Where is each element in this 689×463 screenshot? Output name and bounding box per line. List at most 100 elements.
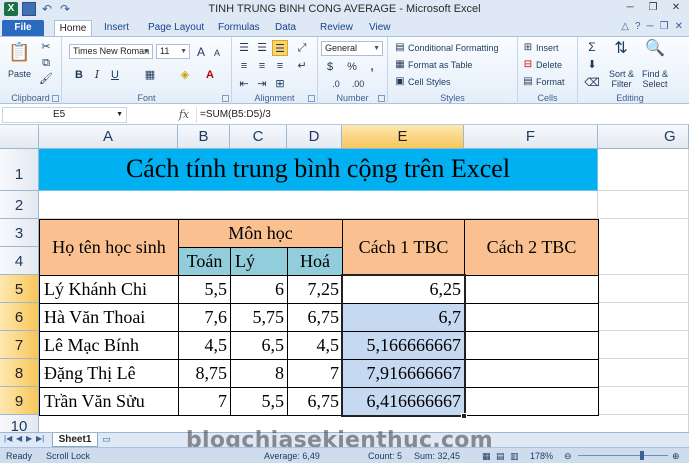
page-layout-view-icon[interactable]: ▤ <box>496 451 505 462</box>
tab-insert[interactable]: Insert <box>104 20 129 36</box>
row-header-6[interactable]: 6 <box>0 303 39 331</box>
align-left-icon[interactable]: ≡ <box>236 58 252 74</box>
restore-icon[interactable]: ❐ <box>642 1 664 16</box>
cell-f8[interactable] <box>464 359 599 388</box>
column-header-c[interactable]: C <box>230 125 287 149</box>
last-sheet-icon[interactable]: ▶| <box>36 434 44 443</box>
cell-c9[interactable]: 5,5 <box>230 387 288 416</box>
tab-view[interactable]: View <box>369 20 391 36</box>
cell-a9[interactable]: Trần Văn Sửu <box>39 387 179 416</box>
sort-filter-button[interactable]: Sort & Filter <box>609 69 634 89</box>
tab-file[interactable]: File <box>2 20 44 36</box>
normal-view-icon[interactable]: ▦ <box>482 451 491 462</box>
percent-icon[interactable]: % <box>344 59 360 75</box>
decrease-indent-icon[interactable]: ⇤ <box>236 76 252 92</box>
header-subjects-cell[interactable]: Môn học <box>178 219 343 248</box>
prev-sheet-icon[interactable]: ◀ <box>16 434 22 443</box>
fill-color-icon[interactable]: ◈ <box>177 67 193 83</box>
first-sheet-icon[interactable]: |◀ <box>4 434 12 443</box>
cell-g3[interactable] <box>598 219 689 275</box>
align-middle-icon[interactable]: ☰ <box>254 40 270 56</box>
format-cells-icon[interactable]: ▤ <box>520 74 536 90</box>
doc-minimize-icon[interactable]: ─ <box>647 21 654 32</box>
font-color-icon[interactable]: A <box>202 67 218 83</box>
tab-data[interactable]: Data <box>275 20 296 36</box>
alignment-launcher-icon[interactable] <box>308 95 315 102</box>
cell-g9[interactable] <box>598 387 689 415</box>
paste-icon[interactable]: 📋 <box>8 41 30 65</box>
cell-b5[interactable]: 5,5 <box>178 275 231 304</box>
find-select-button[interactable]: Find & Select <box>642 69 668 89</box>
fill-icon[interactable]: ⬇ <box>584 57 600 73</box>
cell-c5[interactable]: 6 <box>230 275 288 304</box>
conditional-formatting-button[interactable]: Conditional Formatting <box>408 43 499 53</box>
row-header-1[interactable]: 1 <box>0 149 39 191</box>
autosum-icon[interactable]: Σ <box>584 39 600 55</box>
decrease-decimal-icon[interactable]: .00 <box>350 76 366 92</box>
tab-formulas[interactable]: Formulas <box>218 20 260 36</box>
header-cach2-cell[interactable]: Cách 2 TBC <box>464 219 599 276</box>
cell-a8[interactable]: Đặng Thị Lê <box>39 359 179 388</box>
cell-d7[interactable]: 4,5 <box>287 331 343 360</box>
cell-g7[interactable] <box>598 331 689 359</box>
cell-g6[interactable] <box>598 303 689 331</box>
cell-a5[interactable]: Lý Khánh Chi <box>39 275 179 304</box>
select-all-corner[interactable] <box>0 125 39 149</box>
column-header-f[interactable]: F <box>464 125 598 149</box>
merge-center-icon[interactable]: ⊞ <box>272 76 288 92</box>
page-break-view-icon[interactable]: ▥ <box>510 451 519 462</box>
wrap-text-icon[interactable]: ↵ <box>294 58 310 74</box>
clipboard-launcher-icon[interactable] <box>52 95 59 102</box>
cell-c8[interactable]: 8 <box>230 359 288 388</box>
borders-icon[interactable]: ▦ <box>142 67 158 83</box>
cell-f9[interactable] <box>464 387 599 416</box>
minimize-ribbon-icon[interactable]: △ <box>621 21 629 32</box>
conditional-formatting-icon[interactable]: ▤ <box>392 40 408 56</box>
cell-a6[interactable]: Hà Văn Thoai <box>39 303 179 332</box>
cell-f6[interactable] <box>464 303 599 332</box>
close-icon[interactable]: ✕ <box>665 1 687 16</box>
row-header-2[interactable]: 2 <box>0 191 39 219</box>
cell-d6[interactable]: 6,75 <box>287 303 343 332</box>
delete-cells-icon[interactable]: ⊟ <box>520 57 536 73</box>
row-2-empty[interactable] <box>39 191 598 219</box>
sheet-tab-sheet1[interactable]: Sheet1 <box>52 433 98 447</box>
font-launcher-icon[interactable] <box>222 95 229 102</box>
cut-icon[interactable]: ✂ <box>38 39 54 55</box>
orientation-icon[interactable]: ⤢ <box>294 40 310 56</box>
row-header-5[interactable]: 5 <box>0 275 39 303</box>
format-button[interactable]: Format <box>536 77 565 87</box>
copy-icon[interactable]: ⧉ <box>38 55 54 71</box>
number-launcher-icon[interactable] <box>378 95 385 102</box>
cell-b7[interactable]: 4,5 <box>178 331 231 360</box>
cell-e8[interactable]: 7,916666667 <box>342 359 465 388</box>
cell-e5[interactable]: 6,25 <box>342 275 465 304</box>
tab-review[interactable]: Review <box>320 20 353 36</box>
header-ly-cell[interactable]: Lý <box>230 247 288 276</box>
status-zoom[interactable]: 178% <box>530 451 553 461</box>
align-center-icon[interactable]: ≡ <box>254 58 270 74</box>
cell-g8[interactable] <box>598 359 689 387</box>
cell-g5[interactable] <box>598 275 689 303</box>
row-header-8[interactable]: 8 <box>0 359 39 387</box>
sort-filter-icon[interactable]: ⇅ <box>610 41 632 61</box>
cell-styles-button[interactable]: Cell Styles <box>408 77 451 87</box>
tab-page-layout[interactable]: Page Layout <box>148 20 204 36</box>
cell-c7[interactable]: 6,5 <box>230 331 288 360</box>
cell-c6[interactable]: 5,75 <box>230 303 288 332</box>
doc-close-icon[interactable]: ✕ <box>675 21 683 32</box>
delete-button[interactable]: Delete <box>536 60 562 70</box>
cell-styles-icon[interactable]: ▣ <box>392 74 408 90</box>
doc-restore-icon[interactable]: ❐ <box>660 21 669 32</box>
tab-home[interactable]: Home <box>54 20 92 36</box>
paste-button[interactable]: Paste <box>8 69 31 79</box>
header-name-cell[interactable]: Họ tên học sinh <box>39 219 179 276</box>
header-cach1-cell[interactable]: Cách 1 TBC <box>342 219 465 276</box>
cell-b8[interactable]: 8,75 <box>178 359 231 388</box>
column-header-a[interactable]: A <box>39 125 178 149</box>
cell-d5[interactable]: 7,25 <box>287 275 343 304</box>
row-header-4[interactable]: 4 <box>0 247 39 275</box>
font-size-combo[interactable]: 11 ▼ <box>156 44 190 59</box>
clear-icon[interactable]: ⌫ <box>584 75 600 91</box>
column-header-b[interactable]: B <box>178 125 230 149</box>
